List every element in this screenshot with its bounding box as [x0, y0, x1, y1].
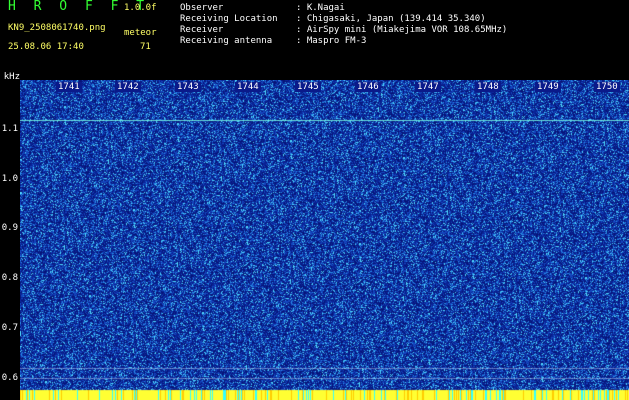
meta-label: Observer — [180, 3, 224, 13]
meta-value: : Chigasaki, Japan (139.414 35.340) — [296, 14, 486, 24]
meta-label: Receiver — [180, 25, 224, 35]
time-tick-label: 1747 — [415, 82, 441, 92]
filename-label: KN9_2508061740.png — [8, 23, 106, 33]
time-tick-label: 1750 — [594, 82, 620, 92]
y-tick-label: 1.0 — [1, 174, 18, 184]
meteor-label: meteor — [124, 28, 157, 38]
datetime-label: 25.08.06 17:40 — [8, 42, 84, 52]
time-tick-label: 1746 — [355, 82, 381, 92]
time-tick-label: 1741 — [56, 82, 82, 92]
meta-value: : Maspro FM-3 — [296, 36, 367, 46]
y-tick-label: 0.9 — [1, 223, 18, 233]
meta-label: Receiving antenna — [180, 36, 273, 46]
meta-row-location: Receiving Location : Chigasaki, Japan (13… — [180, 14, 486, 25]
meta-row-observer: Observer : K.Nagai — [180, 3, 345, 14]
y-tick-label: 0.8 — [1, 273, 18, 283]
y-axis-unit: kHz — [3, 72, 20, 82]
y-tick-label: 0.7 — [1, 323, 18, 333]
meta-value: : AirSpy mini (Miakejima VOR 108.65MHz) — [296, 25, 508, 35]
meta-value: : K.Nagai — [296, 3, 345, 13]
time-tick-label: 1742 — [115, 82, 141, 92]
meteor-count: 71 — [140, 42, 151, 52]
time-tick-label: 1744 — [235, 82, 261, 92]
y-tick-label: 0.6 — [1, 373, 18, 383]
meta-row-receiver: Receiver : AirSpy mini (Miakejima VOR 108… — [180, 25, 507, 36]
meta-row-antenna: Receiving antenna : Maspro FM-3 — [180, 36, 366, 47]
time-tick-label: 1745 — [295, 82, 321, 92]
time-tick-label: 1743 — [175, 82, 201, 92]
y-tick-label: 1.1 — [1, 124, 18, 134]
version-label: 1.0.0f — [124, 3, 157, 13]
spectrogram[interactable] — [20, 80, 629, 400]
time-tick-label: 1749 — [535, 82, 561, 92]
time-tick-label: 1748 — [475, 82, 501, 92]
meta-label: Receiving Location — [180, 14, 278, 24]
